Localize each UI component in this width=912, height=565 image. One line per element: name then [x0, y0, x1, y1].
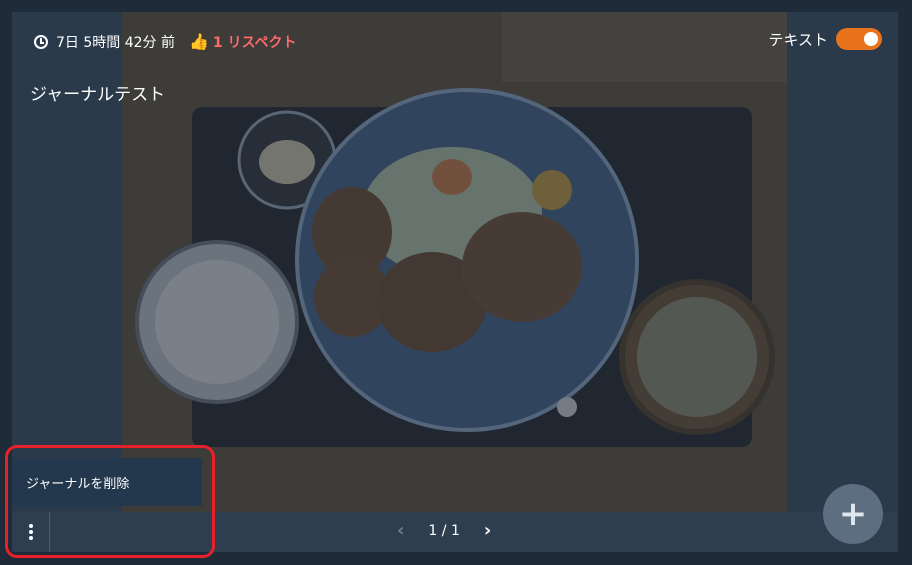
- text-toggle-label: テキスト: [768, 30, 828, 49]
- journal-photo[interactable]: [122, 12, 787, 512]
- respect-count: 1 リスペクト: [212, 35, 297, 51]
- more-menu-button[interactable]: [12, 512, 50, 552]
- text-toggle-switch[interactable]: [836, 28, 882, 50]
- journal-title: ジャーナルテスト: [30, 85, 166, 105]
- thumbs-up-icon: 👍: [188, 32, 209, 51]
- chevron-right-icon[interactable]: ›: [484, 522, 491, 540]
- page-indicator: 1 / 1: [428, 523, 460, 539]
- respect-badge[interactable]: 👍 1 リスペクト: [189, 32, 297, 52]
- journal-viewer-frame: 7日 5時間 42分 前 👍 1 リスペクト ジャーナルテスト テキスト ‹ 1…: [0, 0, 912, 565]
- text-toggle-group: テキスト: [768, 28, 882, 50]
- clock-icon: [34, 35, 48, 49]
- time-ago: 7日 5時間 42分 前: [56, 35, 175, 51]
- bottom-bar: ‹ 1 / 1 ›: [12, 512, 898, 552]
- chevron-left-icon[interactable]: ‹: [397, 522, 404, 540]
- photo-dim-overlay: [122, 12, 787, 512]
- pager: ‹ 1 / 1 ›: [397, 522, 491, 540]
- add-button[interactable]: +: [823, 484, 883, 544]
- delete-journal-menu-item[interactable]: ジャーナルを削除: [12, 458, 202, 506]
- journal-meta: 7日 5時間 42分 前 👍 1 リスペクト: [34, 32, 297, 52]
- plus-icon: +: [838, 494, 868, 534]
- more-vertical-icon: [28, 524, 33, 528]
